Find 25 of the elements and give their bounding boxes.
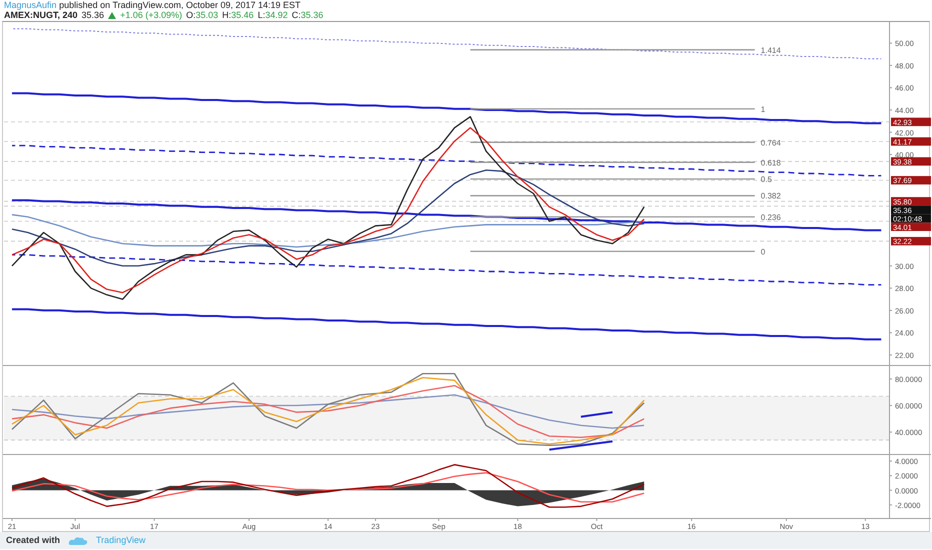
published-text: published on TradingView.com, October 09, 2017 14:19 EST [59,0,301,10]
ohlc-value: 35.03 [196,10,218,20]
ohlc-value: 35.46 [231,10,254,20]
up-triangle-icon [108,12,116,19]
fib-label: 0.764 [760,138,781,148]
symbol-title: AMEX:NUGT, 240 [4,10,78,20]
ohlc-label: O: [186,10,196,20]
last-price: 35.36 [82,10,104,20]
fib-label: 1.414 [760,46,781,55]
ohlc-label: H: [222,10,232,20]
created-with-text: Created with [6,534,60,547]
fib-label: 0.618 [760,158,781,168]
fib-label: 0 [760,247,766,256]
ohlc-value: 34.92 [265,10,288,20]
tradingview-link[interactable]: TradingView [96,534,146,548]
fib-label: 0.382 [760,192,781,201]
fib-label: 0.5 [760,175,772,184]
author-link[interactable]: MagnusAufin [4,0,57,10]
fib-label: 0.236 [760,212,781,222]
ohlc-value: 35.36 [300,10,324,20]
ohlc-label: L: [258,10,266,20]
ohlc-label: C: [292,10,301,20]
price-change: +1.06 (+3.09%) [120,10,182,20]
cloud-logo-icon [68,536,88,546]
fib-label: 1 [760,104,766,114]
